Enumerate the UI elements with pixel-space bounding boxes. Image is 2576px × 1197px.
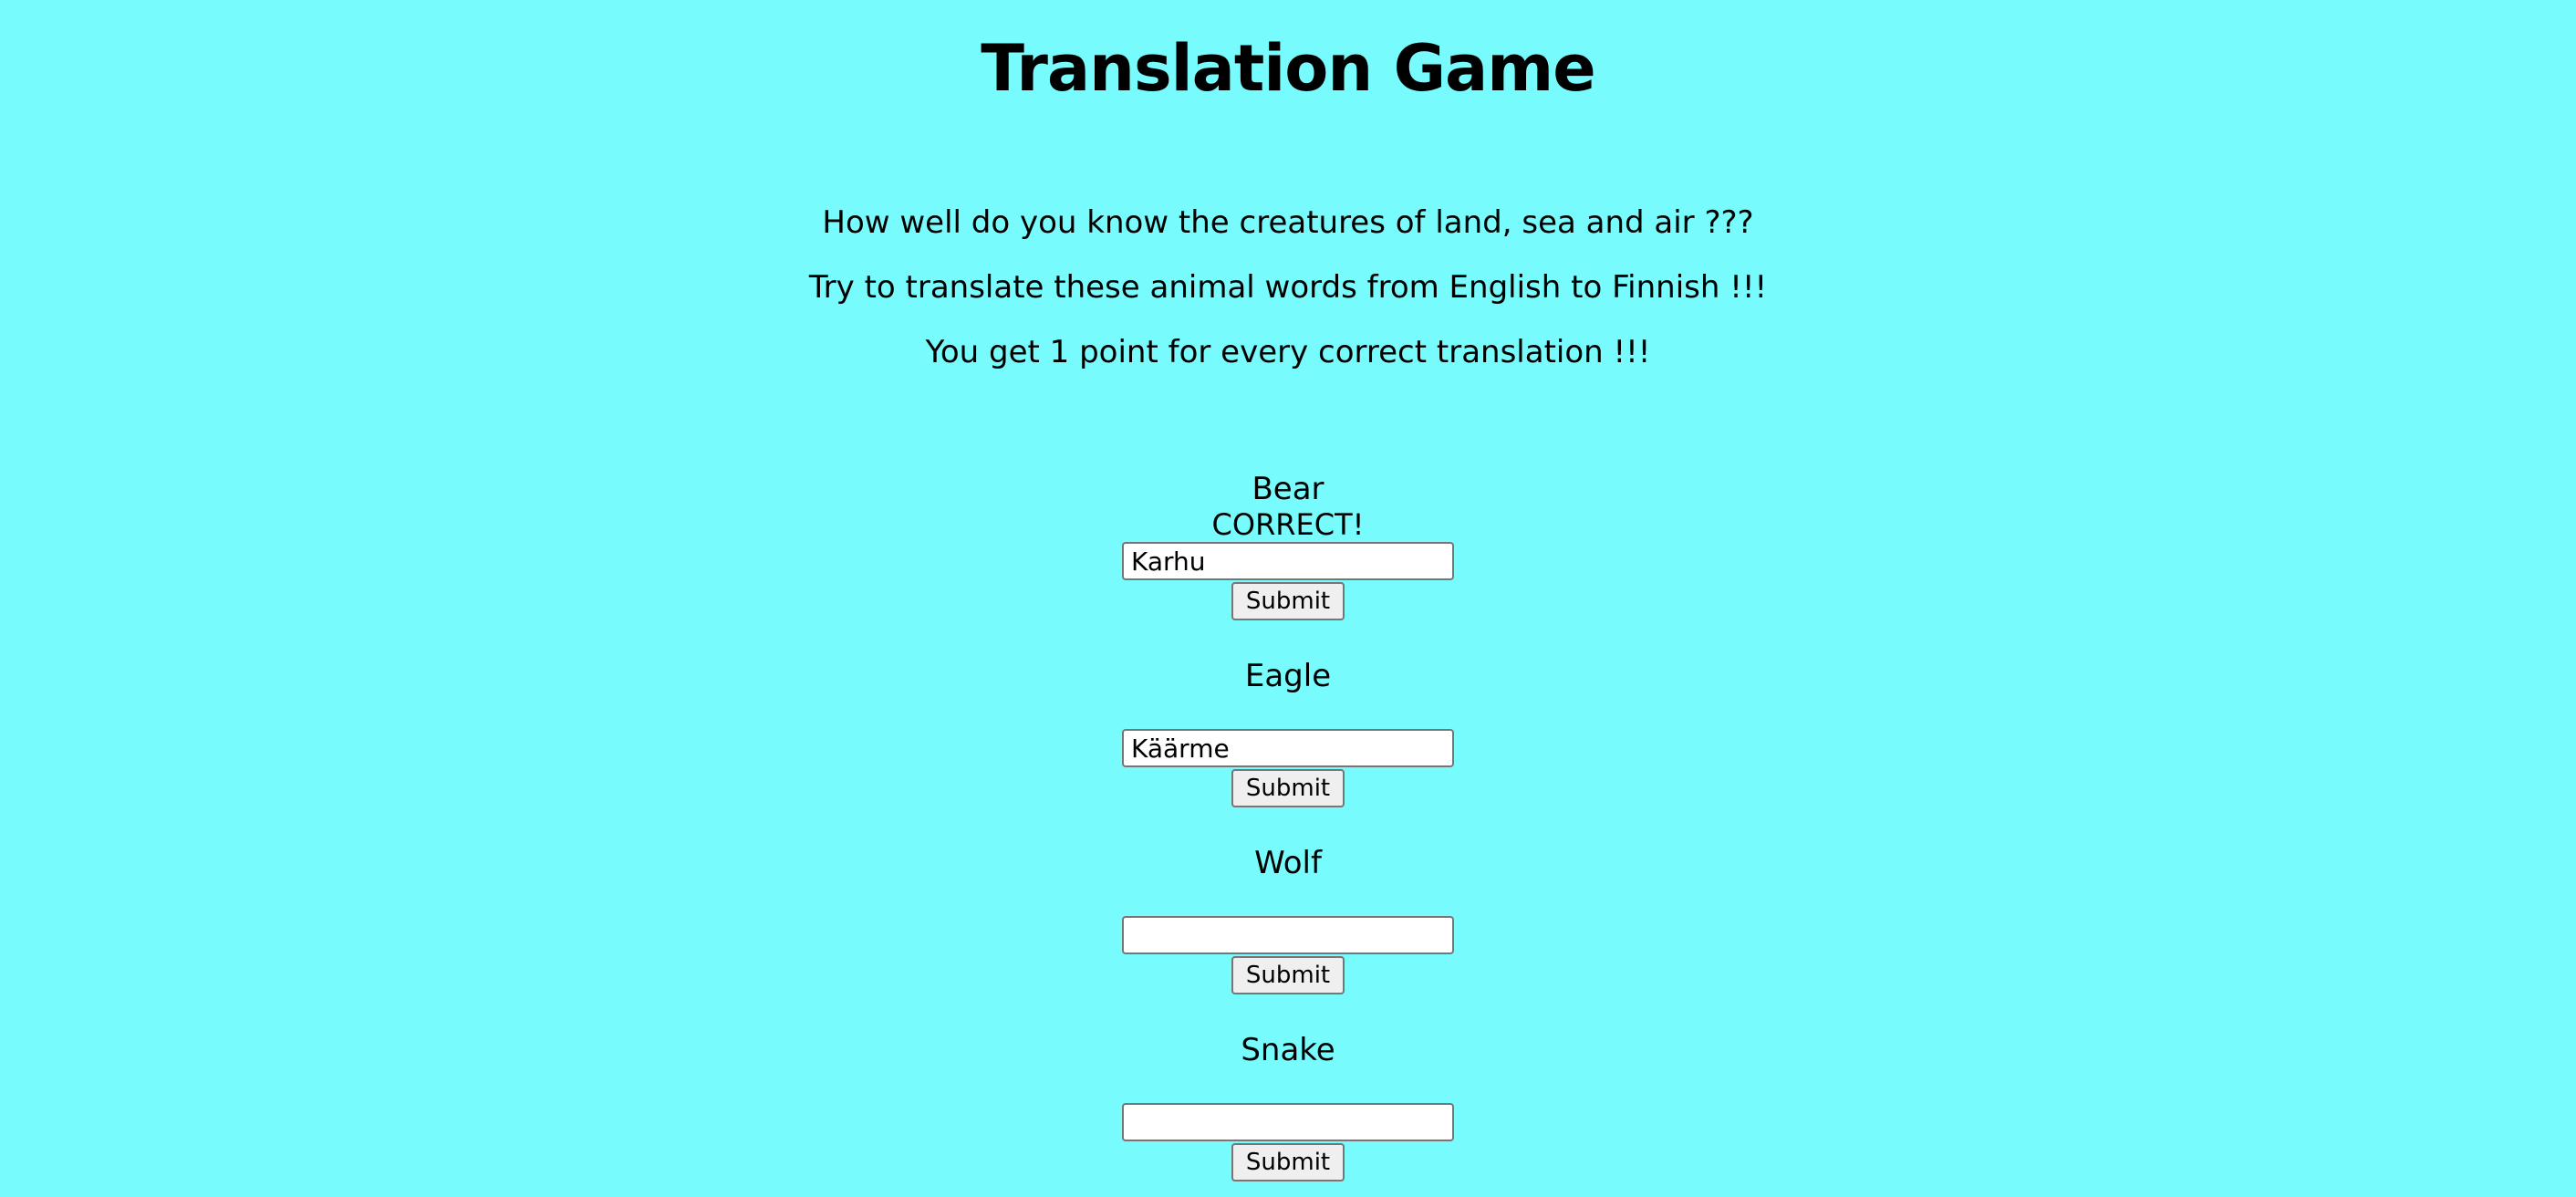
result-message: CORRECT! (1211, 507, 1365, 542)
result-message (0, 694, 2576, 729)
question-eagle: Eagle Submit (0, 658, 2576, 807)
question-word: Eagle (1244, 658, 1332, 694)
question-word: Wolf (1254, 845, 1322, 881)
result-message (0, 1068, 2576, 1103)
answer-input[interactable] (1122, 542, 1454, 580)
submit-button[interactable]: Submit (1231, 1143, 1345, 1181)
intro-line: How well do you know the creatures of la… (822, 204, 1754, 241)
question-wolf: Wolf Submit (0, 845, 2576, 994)
answer-input[interactable] (1122, 916, 1454, 954)
question-bear: Bear CORRECT! Submit (0, 471, 2576, 620)
intro-line: You get 1 point for every correct transl… (925, 334, 1651, 370)
question-word: Bear (1252, 471, 1324, 507)
submit-button[interactable]: Submit (1231, 956, 1345, 994)
page-title: Translation Game (981, 31, 1595, 106)
answer-input[interactable] (1122, 1103, 1454, 1141)
result-message (0, 881, 2576, 916)
intro-line: Try to translate these animal words from… (808, 269, 1768, 306)
answer-input[interactable] (1122, 729, 1454, 767)
submit-button[interactable]: Submit (1231, 582, 1345, 620)
submit-button[interactable]: Submit (1231, 769, 1345, 807)
question-snake: Snake Submit (0, 1032, 2576, 1181)
question-word: Snake (1241, 1032, 1335, 1068)
